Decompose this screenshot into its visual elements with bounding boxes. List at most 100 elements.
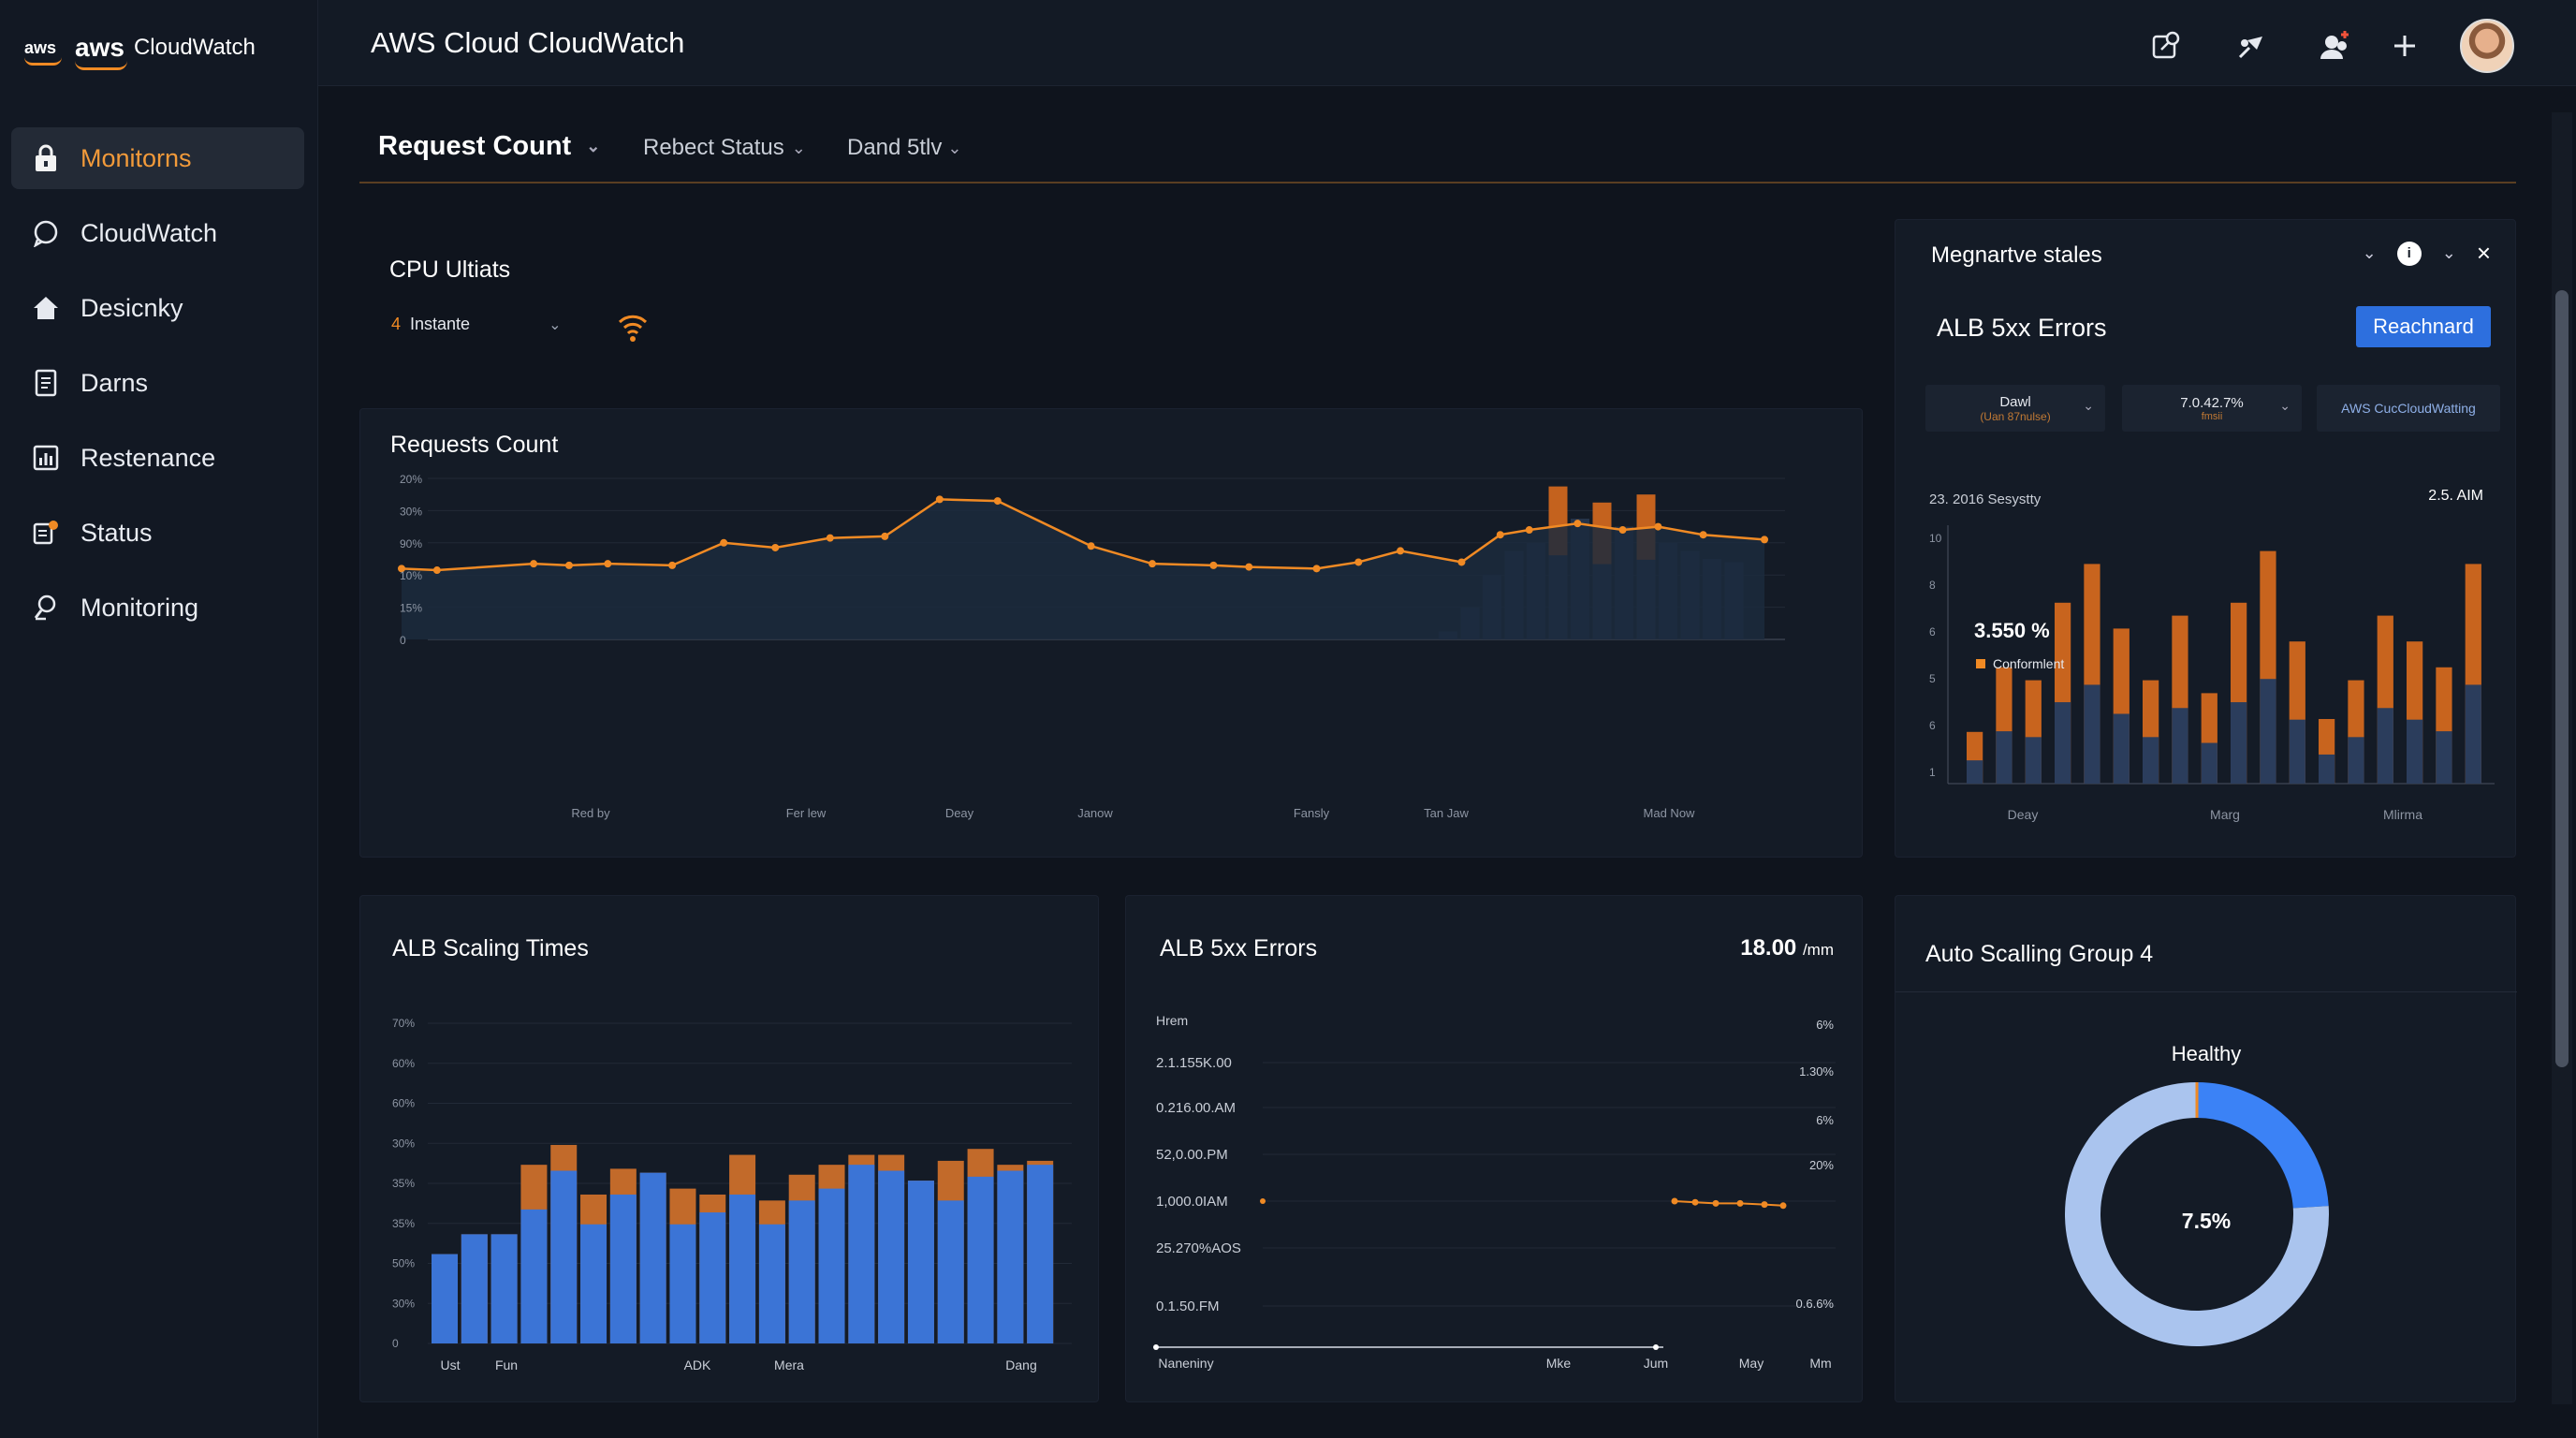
donut-center-value: 7.5%	[2181, 1209, 2232, 1233]
y-tick-label: 30%	[400, 505, 422, 518]
date-label: Dand 5tlv	[847, 135, 943, 160]
bar-mark-lower	[2025, 737, 2042, 784]
bar-mark-lower	[2436, 731, 2452, 784]
sidebar-item-label: Monitoring	[80, 593, 199, 622]
instance-count: 4	[391, 315, 402, 333]
y-tick-label: 50%	[392, 1257, 415, 1270]
sidebar-item-monitorns[interactable]: Monitorns	[11, 127, 304, 189]
x-tick-label: May	[1739, 1356, 1764, 1371]
timeline-point	[1153, 1344, 1159, 1350]
y-tick-label: 35%	[392, 1177, 415, 1190]
sidebar-item-label: Restenance	[80, 443, 216, 472]
bar-mark-blue	[729, 1194, 756, 1343]
external-link-icon[interactable]	[2144, 22, 2190, 69]
bar-mark-blue	[967, 1176, 994, 1343]
bar-mark-blue	[907, 1181, 934, 1343]
sidebar-item-desicnky[interactable]: Desicnky	[11, 277, 304, 339]
sidebar-item-status[interactable]: Status	[11, 502, 304, 564]
bar-mark-blue	[639, 1172, 666, 1343]
left-axis-label: 0.1.50.FM	[1156, 1299, 1220, 1314]
bar-mark-lower	[1996, 731, 2012, 784]
x-tick-label: Marg	[2210, 807, 2240, 822]
y-tick-label: 15%	[400, 602, 422, 615]
y-tick-label: 30%	[392, 1137, 415, 1150]
bar-mark-lower	[2289, 719, 2305, 784]
right-axis-label: 20%	[1809, 1158, 1834, 1172]
bar-mark-blue	[490, 1234, 518, 1343]
health-donut-chart	[2065, 1082, 2329, 1346]
x-tick-label: Mm	[1809, 1356, 1831, 1371]
bar-mark-blue	[520, 1209, 548, 1343]
sidebar-item-cloudwatch[interactable]: CloudWatch	[11, 202, 304, 264]
left-axis-label: 0.216.00.AM	[1156, 1100, 1236, 1116]
x-tick-label: Fun	[495, 1357, 518, 1372]
y-tick-label: 6	[1929, 719, 1936, 732]
y-tick-label: 90%	[400, 537, 422, 550]
top-bar: AWS Cloud CloudWatch	[318, 0, 2576, 86]
aws-logo-small: aws	[24, 37, 63, 66]
bar-mark-lower	[2348, 737, 2364, 784]
chevron-down-icon: ⌄	[586, 137, 601, 155]
y-tick-label: 10	[1929, 532, 1942, 545]
scrollbar-thumb[interactable]	[2555, 290, 2569, 1067]
add-icon[interactable]	[2381, 22, 2428, 69]
x-tick-label: Mke	[1546, 1356, 1572, 1371]
magnitude-bar-chart: 10 8 6 5 6 1 Deay Marg Mlirma	[1929, 525, 2495, 822]
line-point	[1761, 1201, 1768, 1209]
legend: Conformlent	[1976, 656, 2064, 671]
x-tick-label: Deay	[2008, 807, 2039, 822]
right-axis-label: 1.30%	[1799, 1064, 1834, 1078]
reject-status-dropdown[interactable]: Rebect Status ⌄	[643, 135, 806, 161]
page-title: AWS Cloud CloudWatch	[371, 26, 685, 59]
bar-mark-blue	[550, 1170, 578, 1343]
bar-mark-lower	[2407, 719, 2423, 784]
y-tick-label: 5	[1929, 672, 1936, 685]
left-axis-label: 25.270%AOS	[1156, 1240, 1241, 1256]
bar-mark-blue	[997, 1170, 1024, 1343]
line-point	[1312, 565, 1321, 573]
sidebar-item-monitoring[interactable]: Monitoring	[11, 577, 304, 638]
aws-cloudwatch-logo[interactable]: aws aws CloudWatch	[24, 24, 256, 71]
x-tick-label: Tan Jaw	[1424, 806, 1469, 820]
cpu-title: CPU Ultiats	[389, 257, 511, 283]
bar-mark-lower	[2465, 684, 2481, 784]
line-point	[432, 566, 441, 575]
x-tick-label: Naneniny	[1158, 1356, 1213, 1371]
bar-mark-lower	[1967, 760, 1983, 784]
line-point	[1691, 1198, 1699, 1206]
legend-label: Conformlent	[1993, 656, 2065, 671]
big-value: 3.550 %	[1974, 619, 2050, 642]
line-point	[1654, 522, 1662, 531]
line-point	[1209, 561, 1218, 569]
date-dropdown[interactable]: Dand 5tlv ⌄	[847, 135, 961, 161]
notifications-icon[interactable]	[2312, 22, 2359, 69]
alb-scaling-panel: ALB Scaling Times 70% 60% 60% 30% 35% 35% 50% 3…	[359, 895, 1099, 1402]
bar-mark-blue	[937, 1200, 964, 1343]
x-tick-label: Ust	[441, 1357, 461, 1372]
chevron-down-icon: ⌄	[549, 316, 562, 333]
x-tick-label: Mera	[774, 1357, 804, 1372]
page-scrollbar[interactable]	[2552, 112, 2572, 1404]
request-count-dropdown[interactable]: Request Count ⌄	[378, 131, 600, 162]
sidebar-item-darns[interactable]: Darns	[11, 352, 304, 414]
aws-logo: aws	[75, 33, 127, 70]
instances-dropdown[interactable]: 4 Instante ⌄	[391, 315, 561, 334]
line-point	[604, 560, 612, 568]
line-point	[564, 561, 573, 569]
line-point	[1618, 526, 1627, 535]
line-point	[1671, 1197, 1678, 1205]
bar-mark-lower	[2113, 713, 2130, 784]
sidebar-item-restenance[interactable]: Restenance	[11, 427, 304, 489]
product-name: CloudWatch	[133, 35, 256, 60]
bar-mark-lower	[2319, 754, 2335, 784]
pin-icon[interactable]	[2228, 22, 2275, 69]
x-tick-label: Deay	[945, 806, 974, 820]
y-tick-label: 8	[1929, 579, 1936, 592]
line-point	[530, 560, 538, 568]
y-tick-label: 30%	[392, 1297, 415, 1310]
avatar[interactable]	[2460, 19, 2514, 73]
bar-mark-lower	[2172, 708, 2188, 784]
status-icon	[30, 517, 62, 549]
bar-mark-blue	[1027, 1165, 1054, 1343]
chevron-down-icon: ⌄	[947, 138, 962, 157]
